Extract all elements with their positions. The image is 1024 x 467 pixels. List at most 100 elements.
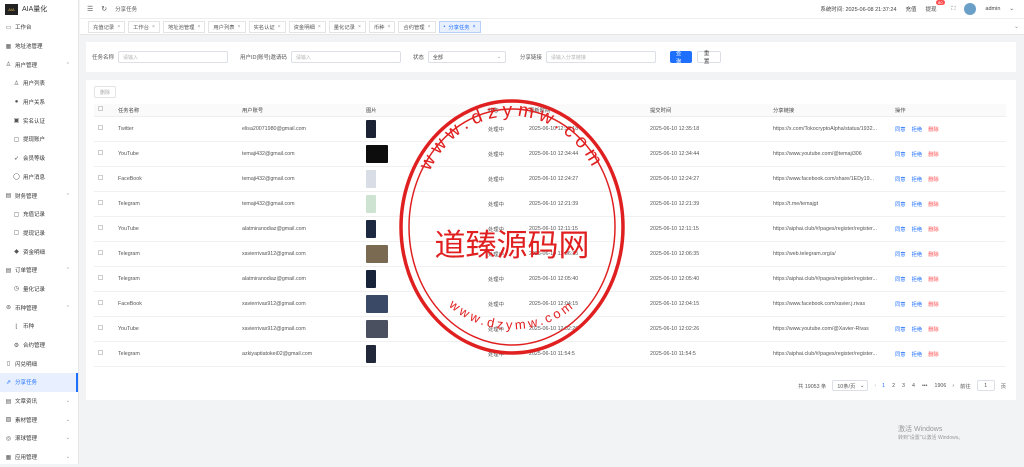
row-select[interactable] xyxy=(94,291,114,317)
sidebar-item[interactable]: ▭ 工作台 xyxy=(0,18,78,37)
refresh-icon[interactable]: ↻ xyxy=(101,5,107,13)
reset-button[interactable]: 重置 xyxy=(696,51,721,65)
checkbox[interactable] xyxy=(98,350,103,355)
approve-button[interactable]: 同意 xyxy=(895,302,906,308)
sidebar-item[interactable]: ⚙ 合约管理 xyxy=(0,336,78,355)
delete-button[interactable]: 删除 xyxy=(928,152,939,158)
screenshot-thumbnail[interactable] xyxy=(366,294,388,313)
page-size-select[interactable]: 10条/页 ⌄ xyxy=(832,380,869,391)
next-page-button[interactable]: › xyxy=(952,383,954,389)
delete-button[interactable]: 删除 xyxy=(928,177,939,183)
sidebar-item[interactable]: ◷ 量化记录 xyxy=(0,280,78,299)
page-number[interactable]: 1 xyxy=(882,383,885,389)
sidebar-item[interactable]: ◎ 滚球管理 ⌄ xyxy=(0,429,78,448)
sidebar-item[interactable]: ▦ 地址池管理 xyxy=(0,37,78,56)
sidebar-item[interactable]: ▤ 订单管理 ⌃ xyxy=(0,261,78,280)
reject-button[interactable]: 拒绝 xyxy=(912,252,923,258)
close-icon[interactable]: × xyxy=(197,24,200,30)
close-icon[interactable]: × xyxy=(117,24,120,30)
checkbox[interactable] xyxy=(98,150,103,155)
sidebar-item[interactable]: ▨ 素材管理 ⌄ xyxy=(0,410,78,429)
tab[interactable]: 资金明细 × xyxy=(288,20,326,33)
delete-button[interactable]: 删除 xyxy=(928,352,939,358)
approve-button[interactable]: 同意 xyxy=(895,252,906,258)
prev-page-button[interactable]: ‹ xyxy=(874,383,876,389)
tab[interactable]: 实名认证 × xyxy=(248,20,286,33)
close-icon[interactable]: × xyxy=(278,24,281,30)
screenshot-thumbnail[interactable] xyxy=(366,169,376,188)
close-icon[interactable]: × xyxy=(318,24,321,30)
close-icon[interactable]: × xyxy=(152,24,155,30)
page-number[interactable]: 1906 xyxy=(935,383,947,389)
approve-button[interactable]: 同意 xyxy=(895,227,906,233)
close-icon[interactable]: × xyxy=(238,24,241,30)
reject-button[interactable]: 拒绝 xyxy=(912,152,923,158)
row-select[interactable] xyxy=(94,241,114,267)
query-button[interactable]: 查询 xyxy=(669,51,692,65)
reject-button[interactable]: 拒绝 xyxy=(912,352,923,358)
bulk-delete-button[interactable]: 删除 xyxy=(94,86,116,98)
sidebar-item[interactable]: ● 用户关系 xyxy=(0,93,78,112)
screenshot-thumbnail[interactable] xyxy=(366,194,376,213)
row-select[interactable] xyxy=(94,316,114,342)
approve-button[interactable]: 同意 xyxy=(895,202,906,208)
reject-button[interactable]: 拒绝 xyxy=(912,177,923,183)
approve-button[interactable]: 同意 xyxy=(895,177,906,183)
reject-button[interactable]: 拒绝 xyxy=(912,127,923,133)
status-select[interactable]: 全部 ⌄ xyxy=(427,51,506,63)
row-select[interactable] xyxy=(94,191,114,217)
page-number[interactable]: 3 xyxy=(902,383,905,389)
close-icon[interactable]: × xyxy=(473,24,476,30)
row-select[interactable] xyxy=(94,216,114,242)
row-select[interactable] xyxy=(94,266,114,292)
sidebar-item[interactable]: ♙ 用户管理 ⌃ xyxy=(0,55,78,74)
sidebar-item[interactable]: ⊚ 币种管理 ⌃ xyxy=(0,298,78,317)
reject-button[interactable]: 拒绝 xyxy=(912,277,923,283)
recharge-link[interactable]: 充值 xyxy=(906,5,917,13)
row-select[interactable] xyxy=(94,166,114,192)
sidebar-item[interactable]: ♙ 用户列表 xyxy=(0,74,78,93)
goto-page-input[interactable]: 1 xyxy=(976,380,995,391)
page-number[interactable]: 4 xyxy=(912,383,915,389)
sidebar-item[interactable]: ▤ 财务管理 ⌃ xyxy=(0,186,78,205)
tab[interactable]: 合约管理 × xyxy=(398,20,436,33)
approve-button[interactable]: 同意 xyxy=(895,152,906,158)
tab[interactable]: 充值记录 × xyxy=(88,20,126,33)
delete-button[interactable]: 删除 xyxy=(928,302,939,308)
chevron-down-icon[interactable]: ⌄ xyxy=(1009,6,1014,12)
tab[interactable]: • 分享任务 × xyxy=(438,20,481,33)
delete-button[interactable]: 删除 xyxy=(928,277,939,283)
delete-button[interactable]: 删除 xyxy=(928,327,939,333)
close-icon[interactable]: × xyxy=(387,24,390,30)
sidebar-item[interactable]: ◆ 资金明细 xyxy=(0,242,78,261)
menu-toggle-icon[interactable]: ☰ xyxy=(87,5,93,13)
sidebar-item[interactable]: ➶ 会员等级 xyxy=(0,149,78,168)
tab[interactable]: 地址池管理 × xyxy=(162,20,206,33)
sidebar-item[interactable]: ⇗ 分享任务 xyxy=(0,373,78,392)
sidebar-item[interactable]: ▤ 文章资讯 ⌄ xyxy=(0,392,78,411)
sidebar-item[interactable]: ▣ 实名认证 xyxy=(0,111,78,130)
tab[interactable]: 用户列表 × xyxy=(208,20,246,33)
page-number[interactable]: 2 xyxy=(892,383,895,389)
select-all[interactable] xyxy=(94,104,114,117)
tab[interactable]: 工作台 × xyxy=(128,20,160,33)
screenshot-thumbnail[interactable] xyxy=(366,244,388,263)
checkbox[interactable] xyxy=(98,125,103,130)
screenshot-thumbnail[interactable] xyxy=(366,144,388,163)
checkbox[interactable] xyxy=(98,325,103,330)
task-name-input[interactable]: 请输入 xyxy=(118,51,229,63)
tab[interactable]: 量化记录 × xyxy=(328,20,366,33)
approve-button[interactable]: 同意 xyxy=(895,127,906,133)
approve-button[interactable]: 同意 xyxy=(895,277,906,283)
username[interactable]: admin xyxy=(985,6,1000,12)
reject-button[interactable]: 拒绝 xyxy=(912,302,923,308)
checkbox[interactable] xyxy=(98,200,103,205)
delete-button[interactable]: 删除 xyxy=(928,252,939,258)
sidebar-item[interactable]: ▯ 闪兑明细 xyxy=(0,354,78,373)
reject-button[interactable]: 拒绝 xyxy=(912,202,923,208)
avatar[interactable] xyxy=(964,3,977,15)
reject-button[interactable]: 拒绝 xyxy=(912,227,923,233)
row-select[interactable] xyxy=(94,141,114,167)
sidebar-item[interactable]: ▢ 充值记录 xyxy=(0,205,78,224)
withdraw-link[interactable]: 提现 80 xyxy=(926,0,945,13)
